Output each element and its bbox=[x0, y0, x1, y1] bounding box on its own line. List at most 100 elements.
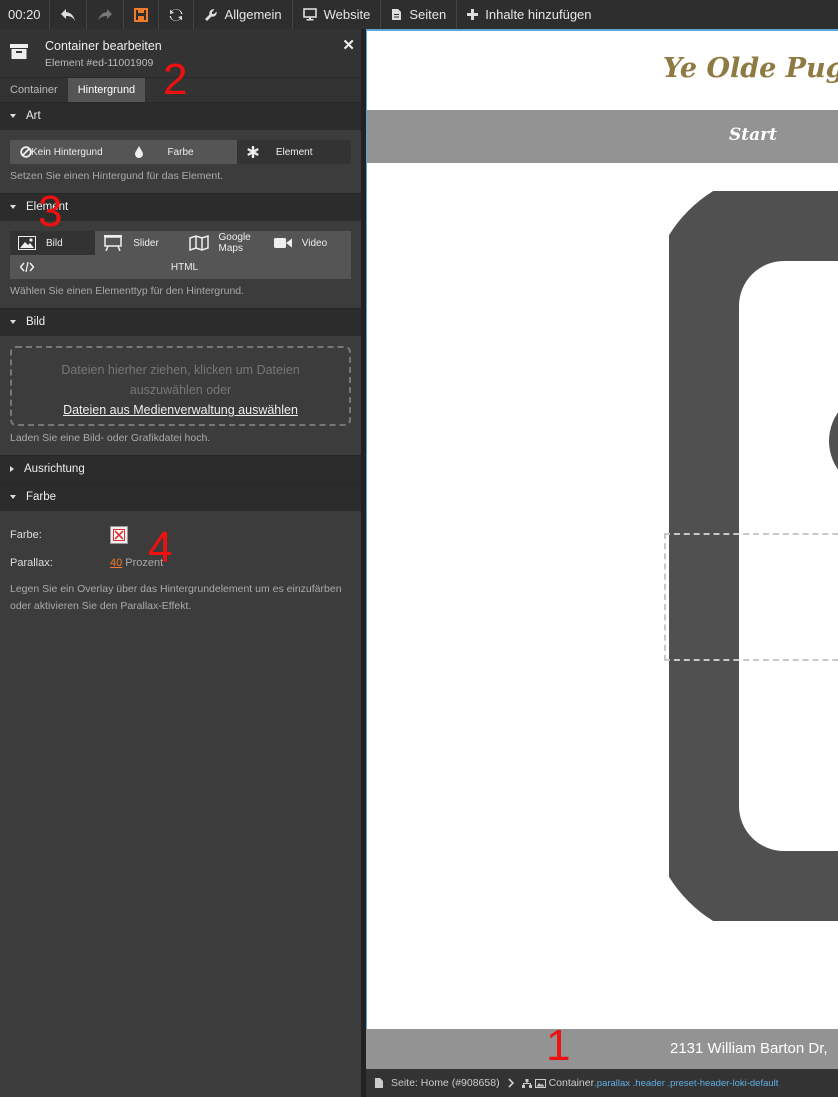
option-google-maps[interactable]: Google Maps bbox=[181, 231, 266, 255]
drop-zone-text: Dateien hierher ziehen, klicken um Datei… bbox=[61, 363, 300, 397]
archive-box-icon bbox=[10, 44, 28, 59]
section-art-label: Art bbox=[26, 110, 41, 122]
drop-icon bbox=[134, 146, 143, 158]
pages-menu[interactable]: Seiten bbox=[381, 0, 458, 29]
parallax-field-row: Parallax: 40 Prozent bbox=[10, 549, 351, 577]
wrench-icon bbox=[204, 8, 217, 21]
breadcrumb-page[interactable]: Seite: Home (#908658) bbox=[391, 1077, 500, 1089]
plus-icon bbox=[467, 9, 479, 20]
parallax-value[interactable]: 40 bbox=[110, 557, 122, 569]
asterisk-icon bbox=[247, 146, 259, 158]
option-image-label: Bild bbox=[46, 237, 63, 249]
save-button[interactable] bbox=[124, 0, 159, 29]
session-timer: 00:20 bbox=[0, 0, 50, 29]
no-color-icon bbox=[113, 529, 125, 541]
monitor-icon bbox=[302, 8, 317, 21]
section-ausrichtung-label: Ausrichtung bbox=[24, 463, 85, 475]
section-bild-body: Dateien hierher ziehen, klicken um Datei… bbox=[0, 336, 361, 455]
option-color[interactable]: Farbe bbox=[124, 140, 238, 164]
color-field-row: Farbe: bbox=[10, 521, 351, 549]
code-icon bbox=[20, 262, 34, 272]
option-no-background[interactable]: Kein Hintergund bbox=[10, 140, 124, 164]
section-farbe-header[interactable]: Farbe bbox=[0, 483, 361, 511]
option-html[interactable]: HTML bbox=[10, 255, 351, 279]
annotation-3: 3 bbox=[38, 187, 63, 236]
section-art-body: Kein Hintergund Farbe Element Setzen Sie… bbox=[0, 130, 361, 193]
caret-down-icon bbox=[10, 319, 16, 324]
file-drop-zone[interactable]: Dateien hierher ziehen, klicken um Datei… bbox=[10, 346, 351, 426]
website-label: Website bbox=[323, 7, 371, 22]
option-google-maps-label: Google Maps bbox=[218, 232, 251, 254]
panel-subtitle: Element #ed-11001909 bbox=[45, 57, 154, 69]
color-swatch[interactable] bbox=[110, 526, 128, 544]
undo-icon bbox=[60, 8, 75, 21]
add-content-menu[interactable]: Inhalte hinzufügen bbox=[457, 0, 601, 29]
caret-down-icon bbox=[10, 494, 16, 499]
annotation-2: 2 bbox=[163, 55, 188, 104]
general-label: Allgemein bbox=[224, 7, 282, 22]
option-video[interactable]: Video bbox=[266, 231, 351, 255]
breadcrumb-container-classes: .parallax .header .preset-header-loki-de… bbox=[594, 1078, 779, 1089]
general-menu[interactable]: Allgemein bbox=[194, 0, 293, 29]
add-content-label: Inhalte hinzufügen bbox=[485, 7, 592, 22]
site-footer: 2131 William Barton Dr, bbox=[366, 1029, 838, 1069]
website-menu[interactable]: Website bbox=[293, 0, 382, 29]
ban-icon bbox=[20, 146, 32, 158]
refresh-icon bbox=[169, 8, 183, 21]
page-icon bbox=[375, 1078, 383, 1088]
redo-button[interactable] bbox=[87, 0, 124, 29]
presentation-icon bbox=[104, 235, 123, 251]
option-slider-label: Slider bbox=[133, 237, 159, 249]
farbe-help-text: Legen Sie ein Overlay über das Hintergru… bbox=[10, 583, 342, 612]
save-icon bbox=[133, 7, 148, 22]
panel-title: Container bearbeiten bbox=[45, 39, 162, 53]
section-bild-header[interactable]: Bild bbox=[0, 308, 361, 336]
option-element[interactable]: Element bbox=[237, 140, 352, 164]
image-icon bbox=[18, 236, 36, 250]
section-art-header[interactable]: Art bbox=[0, 102, 361, 130]
site-title: Ye Olde Pug C bbox=[663, 53, 838, 84]
section-bild-label: Bild bbox=[26, 316, 46, 328]
section-farbe-body: Farbe: Parallax: 40 Prozent Legen Sie ei… bbox=[0, 511, 361, 623]
parallax-field-label: Parallax: bbox=[10, 557, 53, 569]
option-html-label: HTML bbox=[170, 261, 199, 273]
undo-button[interactable] bbox=[50, 0, 87, 29]
background-type-selector: Kein Hintergund Farbe Element bbox=[10, 140, 352, 164]
color-field-label: Farbe: bbox=[10, 529, 42, 541]
nav-item-start[interactable]: Start bbox=[729, 125, 777, 145]
option-no-background-label: Kein Hintergund bbox=[30, 146, 103, 158]
annotation-1: 1 bbox=[546, 1021, 571, 1070]
top-toolbar: 00:20 Allgemein Website Seiten Inhalte h… bbox=[0, 0, 838, 29]
element-help-text: Wählen Sie einen Elementtyp für den Hint… bbox=[10, 285, 245, 297]
option-color-label: Farbe bbox=[167, 146, 194, 158]
container-selection-outline bbox=[664, 533, 838, 661]
page-icon bbox=[392, 9, 402, 20]
refresh-button[interactable] bbox=[159, 0, 194, 29]
option-slider[interactable]: Slider bbox=[95, 231, 180, 255]
map-icon bbox=[188, 235, 209, 251]
website-preview: Ye Olde Pug C Start bbox=[366, 29, 838, 1069]
breadcrumb-container[interactable]: Container.parallax .header .preset-heade… bbox=[549, 1077, 779, 1089]
breadcrumb-status-bar: Seite: Home (#908658) Container.parallax… bbox=[366, 1069, 838, 1097]
element-type-selector: Bild Slider Google Maps Video HTML bbox=[10, 231, 351, 279]
annotation-4: 4 bbox=[148, 523, 173, 572]
site-navigation: Start bbox=[367, 110, 838, 163]
breadcrumb-container-label: Container bbox=[548, 1077, 595, 1089]
caret-down-icon bbox=[10, 113, 16, 118]
close-icon[interactable]: ✕ bbox=[342, 36, 355, 54]
tab-container[interactable]: Container bbox=[0, 78, 68, 102]
image-icon bbox=[534, 1078, 546, 1088]
media-library-link[interactable]: Dateien aus Medienverwaltung auswählen bbox=[63, 403, 298, 417]
option-video-label: Video bbox=[301, 237, 328, 249]
chevron-right-icon bbox=[508, 1078, 514, 1088]
caret-down-icon bbox=[10, 204, 16, 209]
video-camera-icon bbox=[273, 238, 292, 248]
sitemap-icon bbox=[521, 1078, 532, 1088]
caret-right-icon bbox=[10, 465, 14, 472]
pages-label: Seiten bbox=[409, 7, 447, 22]
redo-icon bbox=[97, 8, 112, 21]
section-ausrichtung-header[interactable]: Ausrichtung bbox=[0, 455, 361, 483]
section-farbe-label: Farbe bbox=[26, 491, 57, 503]
tab-hintergrund[interactable]: Hintergrund bbox=[67, 78, 146, 102]
footer-address: 2131 William Barton Dr, bbox=[670, 1040, 828, 1057]
